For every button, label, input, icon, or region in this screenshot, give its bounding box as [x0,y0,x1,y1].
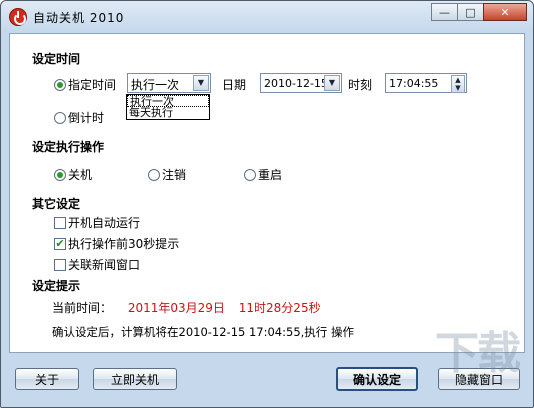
logoff-radio[interactable] [148,168,160,181]
confirm-button[interactable]: 确认设定 [336,367,418,391]
shutdown-radio[interactable] [54,168,66,181]
caption-buttons: — □ ✕ [431,3,527,21]
chevron-down-icon[interactable]: ▼ [193,75,209,91]
calendar-dropdown-icon[interactable]: ▼ [324,75,340,91]
client-area: 设定时间 指定时间 执行一次 ▼ 日期 2010-12-15 ▼ 时刻 17:0… [9,33,525,353]
logoff-label: 注销 [162,168,187,182]
autostart-option[interactable]: 开机自动运行 [54,214,140,231]
restart-label: 重启 [258,168,283,182]
shutdown-option[interactable]: 关机 [54,166,92,183]
spin-up-icon[interactable]: ▲ [452,76,464,84]
tips-heading: 设定提示 [32,279,81,293]
mode-dropdown-list: 执行一次 每天执行 [126,94,210,120]
app-window: 自动关机 2010 — □ ✕ 设定时间 指定时间 执行一次 ▼ 日期 2010… [0,0,534,408]
specify-time-radio[interactable] [54,78,66,91]
date-picker[interactable]: 2010-12-15 ▼ [260,73,342,93]
mode-select[interactable]: 执行一次 ▼ [127,73,211,93]
news-option[interactable]: 关联新闻窗口 [54,256,140,273]
autostart-checkbox[interactable] [54,216,66,229]
current-date-value: 2011年03月29日 [127,301,225,315]
autostart-label: 开机自动运行 [68,216,141,230]
minimize-button[interactable]: — [431,3,458,21]
shutdown-now-button[interactable]: 立即关机 [93,368,177,390]
maximize-button[interactable]: □ [457,3,484,21]
operation-heading: 设定执行操作 [32,140,105,154]
restart-radio[interactable] [244,168,256,181]
shutdown-label: 关机 [68,168,93,182]
confirm-hint: 确认设定后，计算机将在2010-12-15 17:04:55,执行 操作 [52,325,354,339]
close-button[interactable]: ✕ [483,3,527,21]
specify-time-option[interactable]: 指定时间 [54,76,116,93]
watermark-logo: 下载 [435,328,521,379]
date-label: 日期 [222,78,247,92]
logoff-option[interactable]: 注销 [148,166,186,183]
date-value: 2010-12-15 [264,77,328,90]
time-value: 17:04:55 [389,77,439,90]
remind-label: 执行操作前30秒提示 [68,237,180,251]
specify-time-label: 指定时间 [68,78,117,92]
current-time-label: 当前时间： [52,301,113,315]
time-spinner[interactable]: ▲ ▼ [451,75,465,93]
spin-down-icon[interactable]: ▼ [452,84,464,92]
remind-checkbox[interactable]: ✔ [54,236,66,250]
time-label: 时刻 [348,78,373,92]
current-time-row: 当前时间： 2011年03月29日 11时28分25秒 [52,299,321,316]
news-checkbox[interactable] [54,258,66,271]
window-title: 自动关机 2010 [33,11,125,25]
countdown-radio[interactable] [54,111,66,124]
remind-option[interactable]: ✔ 执行操作前30秒提示 [54,235,179,252]
countdown-label: 倒计时 [68,111,105,125]
check-mark-icon: ✔ [55,236,65,250]
countdown-option[interactable]: 倒计时 [54,109,104,126]
title-bar[interactable]: 自动关机 2010 — □ ✕ [1,1,533,33]
restart-option[interactable]: 重启 [244,166,282,183]
other-heading: 其它设定 [32,197,81,211]
time-input[interactable]: 17:04:55 ▲ ▼ [385,73,467,93]
current-time-value: 11时28分25秒 [238,301,321,315]
mode-option-daily[interactable]: 每天执行 [127,107,209,119]
mode-value: 执行一次 [131,78,180,92]
news-label: 关联新闻窗口 [68,258,141,272]
power-icon [9,8,27,26]
set-time-heading: 设定时间 [32,52,81,66]
about-button[interactable]: 关于 [15,368,79,390]
